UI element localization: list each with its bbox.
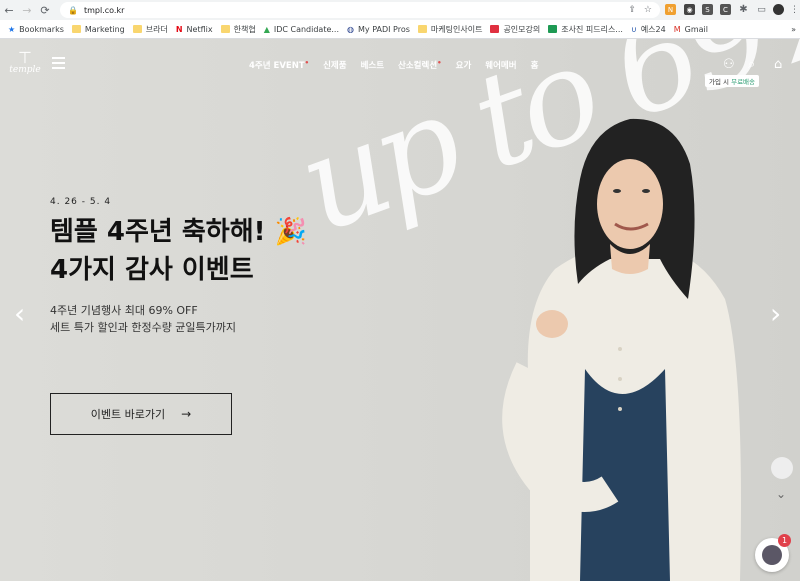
- browser-toolbar: ← → ⟳ 🔒 tmpl.co.kr ⇪ ☆ N ◉ S C ✱ ▭ ⋮: [0, 0, 800, 20]
- address-bar[interactable]: 🔒 tmpl.co.kr ⇪ ☆: [60, 2, 660, 18]
- chat-button[interactable]: 1: [755, 534, 791, 572]
- hero-section: up to 69% ⊤ temple 4주년 EVENT• 신제품 베스트 산소…: [0, 39, 800, 581]
- reload-icon[interactable]: ⟳: [36, 1, 54, 19]
- next-slide-icon[interactable]: ›: [770, 297, 781, 330]
- extension-icon[interactable]: C: [720, 4, 731, 15]
- puzzle-icon[interactable]: ✱: [738, 4, 749, 15]
- nav-item-new[interactable]: 신제품: [323, 59, 346, 71]
- temple-logo[interactable]: ⊤ temple: [7, 48, 43, 76]
- lock-icon: 🔒: [68, 5, 78, 15]
- red-icon: [490, 25, 500, 33]
- event-date: 4. 26 - 5. 4: [50, 197, 112, 207]
- event-cta-button[interactable]: 이벤트 바로가기 →: [50, 393, 232, 435]
- back-icon[interactable]: ←: [0, 1, 18, 19]
- chat-badge: 1: [778, 534, 791, 547]
- padi-icon: ◍: [347, 24, 355, 34]
- drive-icon: ▲: [263, 24, 270, 34]
- bookmark-item[interactable]: ◍ My PADI Pros: [347, 25, 410, 34]
- nav-item-yoga[interactable]: 요가: [456, 59, 472, 71]
- gmail-icon: M: [673, 24, 681, 34]
- bookmark-item[interactable]: ∪ 예스24: [631, 24, 666, 35]
- bookmark-item[interactable]: Marketing: [71, 25, 125, 34]
- profile-avatar[interactable]: [773, 4, 784, 15]
- more-bookmarks-icon[interactable]: »: [791, 25, 796, 34]
- extension-icon[interactable]: ◉: [684, 4, 695, 15]
- menu-icon[interactable]: ⋮: [789, 4, 800, 15]
- bookmark-item[interactable]: 공인모강의: [490, 24, 540, 35]
- nav-item-home[interactable]: 홈: [531, 59, 539, 71]
- nav-item-best[interactable]: 베스트: [361, 59, 384, 71]
- logo-mark-icon: ⊤: [18, 48, 32, 67]
- folder-icon: [220, 25, 230, 33]
- cart-icon[interactable]: ⌂: [774, 57, 782, 72]
- bookmark-item[interactable]: ★ Bookmarks: [8, 25, 64, 34]
- new-dot: •: [304, 59, 310, 67]
- netflix-icon: N: [175, 24, 183, 34]
- extension-icon[interactable]: N: [665, 4, 676, 15]
- bookmark-item[interactable]: 한책협: [220, 24, 256, 35]
- hamburger-menu-icon[interactable]: [52, 57, 65, 72]
- folder-icon: [71, 25, 81, 33]
- forward-icon[interactable]: →: [18, 1, 36, 19]
- hero-headline: 템플 4주년 축하해! 🎉 4가지 감사 이벤트: [50, 217, 307, 285]
- share-icon[interactable]: ⇪: [628, 5, 636, 15]
- nav-item-oxygen[interactable]: 산소컬렉션•: [398, 59, 442, 71]
- signup-tooltip: 가입 시 무료배송: [705, 75, 760, 87]
- folder-icon: [132, 25, 142, 33]
- search-icon[interactable]: ⌕: [748, 57, 755, 72]
- extension-icon[interactable]: S: [702, 4, 713, 15]
- main-nav: 4주년 EVENT• 신제품 베스트 산소컬렉션• 요가 웨어메버 홈: [249, 59, 538, 71]
- chat-bot-icon: [762, 545, 782, 565]
- sidepanel-icon[interactable]: ▭: [756, 4, 767, 15]
- nav-item-wear[interactable]: 웨어메버: [485, 59, 516, 71]
- thumbnail-image[interactable]: [771, 457, 793, 479]
- star-icon: ★: [8, 24, 16, 34]
- chevron-down-icon[interactable]: ⌄: [776, 487, 786, 501]
- green-icon: [548, 25, 558, 33]
- hero-subtext: 4주년 기념행사 최대 69% OFF 세트 특가 할인과 한정수량 균일특가까…: [50, 304, 237, 334]
- url-text: tmpl.co.kr: [83, 5, 125, 15]
- bookmark-item[interactable]: ▲ IDC Candidate...: [264, 25, 339, 34]
- bookmark-item[interactable]: 마케팅인사이트: [417, 24, 482, 35]
- folder-icon: [417, 25, 427, 33]
- bookmark-item[interactable]: 조사진 피드리스...: [548, 24, 623, 35]
- model-photo: [502, 118, 741, 581]
- new-dot: •: [437, 59, 442, 67]
- bookmarks-bar: ★ Bookmarks Marketing 브라더 N Netflix 한책협 ▲ I…: [0, 20, 800, 39]
- bookmark-item[interactable]: M Gmail: [674, 25, 708, 34]
- arrow-right-icon: →: [181, 407, 192, 421]
- nav-item-event[interactable]: 4주년 EVENT•: [249, 59, 309, 71]
- bookmark-item[interactable]: N Netflix: [176, 25, 213, 34]
- bookmark-item[interactable]: 브라더: [132, 24, 168, 35]
- user-icon[interactable]: ⚇: [723, 57, 735, 72]
- bookmark-star-icon[interactable]: ☆: [644, 5, 652, 15]
- prev-slide-icon[interactable]: ‹: [14, 297, 25, 330]
- yes24-icon: ∪: [630, 24, 637, 34]
